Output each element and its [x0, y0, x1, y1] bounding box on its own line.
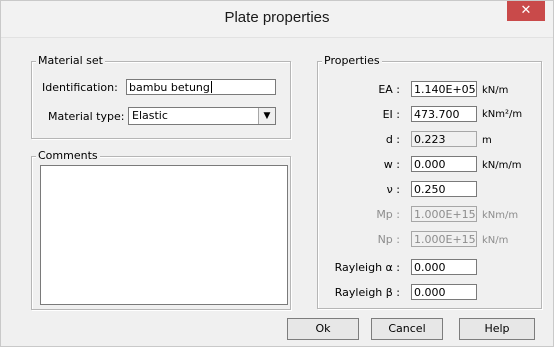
nu-label: ν :	[386, 183, 400, 196]
rayleigh-alpha-input[interactable]: 0.000	[411, 259, 477, 275]
close-icon: ✕	[520, 3, 532, 18]
rayleigh-beta-label: Rayleigh β :	[334, 286, 400, 299]
material-set-group: Material set	[31, 54, 291, 139]
w-unit: kN/m/m	[482, 160, 522, 171]
mp-input: 1.000E+15	[411, 206, 477, 222]
material-type-select[interactable]: Elastic ▼	[128, 107, 276, 125]
rayleigh-beta-input[interactable]: 0.000	[411, 284, 477, 300]
mp-unit: kNm/m	[482, 210, 519, 221]
identification-value: bambu betung	[129, 81, 210, 94]
np-input: 1.000E+15	[411, 231, 477, 247]
text-caret	[210, 81, 212, 93]
material-type-value: Elastic	[132, 109, 168, 122]
comments-legend: Comments	[36, 149, 100, 163]
dialog-title: Plate properties	[224, 9, 330, 26]
material-set-legend: Material set	[36, 54, 105, 68]
comments-textarea[interactable]	[40, 165, 288, 305]
w-input[interactable]: 0.000	[411, 156, 477, 172]
identification-input[interactable]: bambu betung	[126, 79, 276, 95]
title-bar: Plate properties ✕	[1, 1, 553, 38]
help-button[interactable]: Help	[459, 318, 535, 340]
close-button[interactable]: ✕	[507, 1, 545, 21]
ea-label: EA :	[378, 83, 400, 96]
d-unit: m	[482, 135, 492, 146]
properties-legend: Properties	[322, 54, 382, 68]
rayleigh-alpha-label: Rayleigh α :	[334, 261, 400, 274]
nu-input[interactable]: 0.250	[411, 181, 477, 197]
identification-label: Identification:	[42, 81, 118, 94]
chevron-down-icon[interactable]: ▼	[258, 108, 275, 124]
np-label: Np :	[377, 233, 400, 246]
np-unit: kN/m	[482, 235, 509, 246]
plate-properties-dialog: Plate properties ✕ Material set Identifi…	[0, 0, 554, 347]
ei-unit: kNm²/m	[482, 109, 523, 120]
mp-label: Mp :	[376, 208, 400, 221]
ea-unit: kN/m	[482, 85, 509, 96]
ei-input[interactable]: 473.700	[411, 106, 477, 122]
d-value: 0.223	[411, 131, 477, 147]
material-type-label: Material type:	[48, 110, 125, 123]
w-label: w :	[383, 158, 400, 171]
cancel-button[interactable]: Cancel	[371, 318, 443, 340]
ea-input[interactable]: 1.140E+05	[411, 81, 477, 97]
ei-label: EI :	[382, 108, 400, 121]
d-label: d :	[385, 133, 400, 146]
ok-button[interactable]: Ok	[287, 318, 359, 340]
